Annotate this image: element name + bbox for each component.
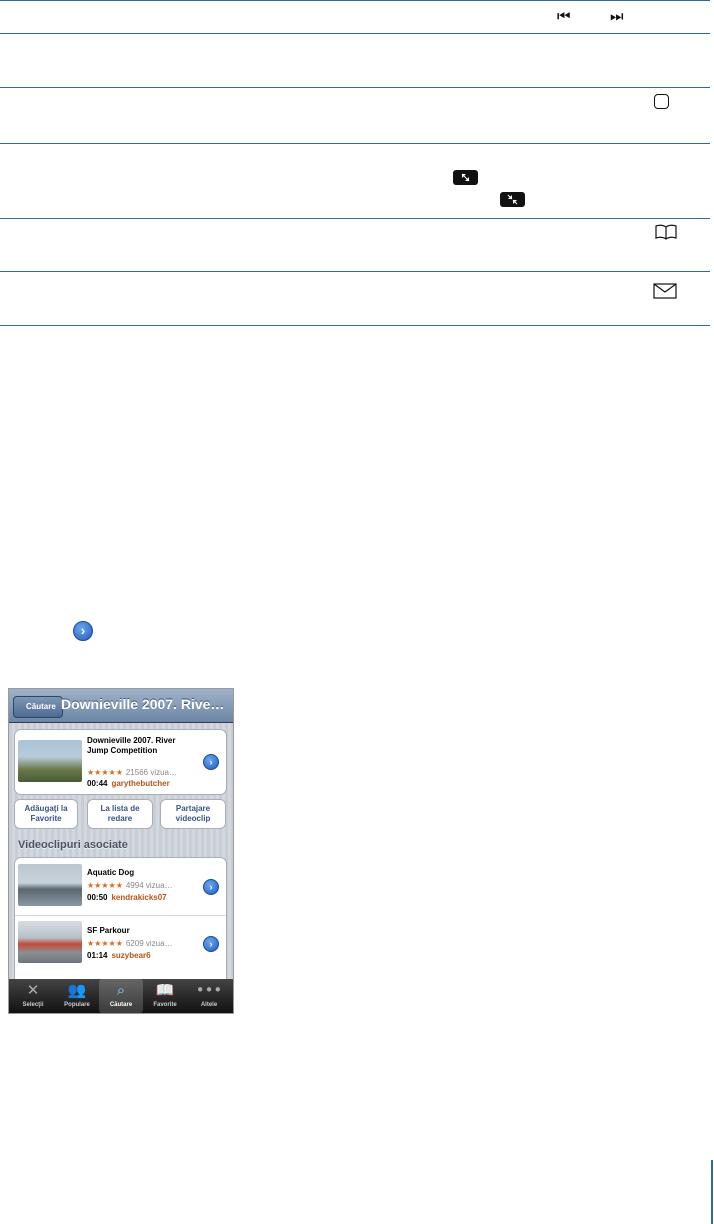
duration-user-line: 00:44 garythebutcher bbox=[87, 779, 170, 788]
scale-to-fit-icon bbox=[500, 192, 525, 207]
detail-disclosure-button[interactable]: › bbox=[203, 879, 219, 895]
related-videos-list: Aquatic Dog ★★★★★ 4994 vizua… 00:50 kendra… bbox=[14, 857, 227, 984]
add-to-favorites-button[interactable]: Adăugaţi la Favorite bbox=[14, 799, 78, 829]
table-rule bbox=[0, 33, 710, 34]
view-count: 21566 vizua… bbox=[125, 768, 178, 777]
uploader: suzybear6 bbox=[111, 951, 151, 960]
duration: 00:44 bbox=[87, 779, 108, 788]
tab-more[interactable]: ••• Altele bbox=[187, 979, 231, 1013]
tab-label: Selecţii bbox=[22, 1002, 44, 1008]
video-title: Downieville 2007. River Jump Competition bbox=[87, 736, 176, 755]
section-header: Videoclipuri asociate bbox=[18, 839, 128, 851]
tab-search[interactable]: ⌕ Căutare bbox=[99, 979, 143, 1013]
details-content: Downieville 2007. River Jump Competition… bbox=[9, 723, 233, 984]
more-icon: ••• bbox=[195, 981, 223, 999]
page-edge-marker bbox=[711, 1160, 713, 1224]
youtube-video-details-screenshot: Căutare Downieville 2007. Rive… Downievi… bbox=[8, 688, 234, 1014]
detail-disclosure-icon: › bbox=[73, 621, 93, 641]
rating-stars: ★★★★★ 4994 vizua… bbox=[87, 881, 173, 890]
video-thumbnail bbox=[18, 740, 82, 782]
duration-user-line: 01:14 suzybear6 bbox=[87, 951, 151, 960]
stars-glyphs: ★★★★★ bbox=[87, 881, 123, 890]
table-rule bbox=[0, 0, 710, 1]
mail-icon bbox=[653, 283, 677, 299]
book-icon: 📖 bbox=[155, 981, 175, 999]
stars-glyphs: ★★★★★ bbox=[87, 939, 123, 948]
navigation-bar: Căutare Downieville 2007. Rive… bbox=[9, 689, 233, 723]
scale-to-fill-icon bbox=[453, 170, 478, 185]
featured-icon: ✕ bbox=[26, 981, 40, 999]
tab-label: Populare bbox=[64, 1002, 90, 1008]
uploader: garythebutcher bbox=[111, 779, 170, 788]
table-rule bbox=[0, 325, 710, 326]
back-button-search[interactable]: Căutare bbox=[13, 696, 63, 718]
video-title: SF Parkour bbox=[87, 926, 130, 935]
stars-glyphs: ★★★★★ bbox=[87, 768, 123, 777]
nav-title: Downieville 2007. Rive… bbox=[61, 696, 225, 712]
tab-label: Favorite bbox=[153, 1002, 177, 1008]
tab-label: Altele bbox=[200, 1002, 218, 1008]
video-thumbnail bbox=[18, 921, 82, 963]
table-rule bbox=[0, 143, 710, 144]
duration-user-line: 00:50 kendrakicks07 bbox=[87, 893, 167, 902]
tab-favorites[interactable]: 📖 Favorite bbox=[143, 979, 187, 1013]
detail-disclosure-button[interactable]: › bbox=[203, 936, 219, 952]
table-rule bbox=[0, 218, 710, 219]
list-item[interactable]: SF Parkour ★★★★★ 6209 vizua… 01:14 suzybea… bbox=[15, 915, 226, 972]
next-track-icon: ⏭ bbox=[610, 7, 624, 25]
table-rule bbox=[0, 87, 710, 88]
search-icon: ⌕ bbox=[116, 981, 126, 999]
rating-stars: ★★★★★ 6209 vizua… bbox=[87, 939, 173, 948]
video-detail-card[interactable]: Downieville 2007. River Jump Competition… bbox=[14, 729, 227, 795]
share-video-button[interactable]: Partajare videoclip bbox=[160, 799, 226, 829]
add-to-playlist-button[interactable]: La lista de redare bbox=[87, 799, 153, 829]
people-icon: 👥 bbox=[67, 981, 87, 999]
previous-track-icon: ⏮ bbox=[557, 7, 571, 25]
duration: 01:14 bbox=[87, 951, 108, 960]
table-rule bbox=[0, 271, 710, 272]
view-count: 6209 vizua… bbox=[125, 939, 173, 948]
uploader: kendrakicks07 bbox=[111, 893, 167, 902]
video-thumbnail bbox=[18, 864, 82, 906]
tab-featured[interactable]: ✕ Selecţii bbox=[11, 979, 55, 1013]
rating-stars: ★★★★★ 21566 vizua… bbox=[87, 768, 177, 777]
tab-most-viewed[interactable]: 👥 Populare bbox=[55, 979, 99, 1013]
video-title: Aquatic Dog bbox=[87, 868, 135, 877]
bookmark-icon bbox=[654, 224, 678, 240]
duration: 00:50 bbox=[87, 893, 108, 902]
detail-disclosure-button[interactable]: › bbox=[203, 754, 219, 770]
tab-label: Căutare bbox=[109, 1002, 133, 1008]
list-item[interactable]: Aquatic Dog ★★★★★ 4994 vizua… 00:50 kendra… bbox=[15, 858, 226, 916]
view-count: 4994 vizua… bbox=[125, 881, 173, 890]
tab-bar: ✕ Selecţii 👥 Populare ⌕ Căutare 📖 Favori… bbox=[9, 979, 233, 1013]
home-button-icon bbox=[654, 94, 669, 109]
